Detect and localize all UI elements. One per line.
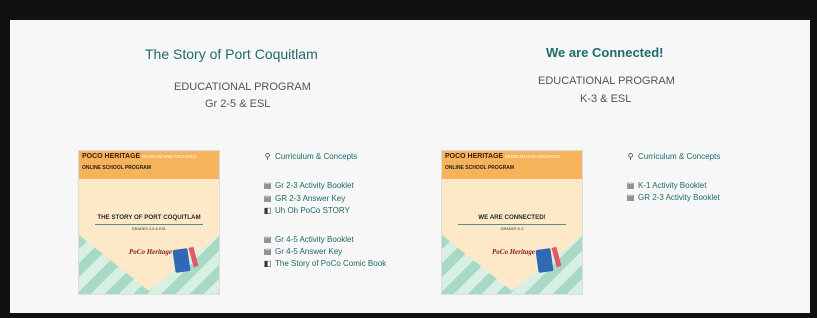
link-curriculum-concepts[interactable]: ⚲ Curriculum & Concepts — [263, 152, 358, 161]
book-illustration — [172, 248, 191, 273]
program-title: We are Connected! — [546, 45, 664, 60]
link-k1-activity-booklet[interactable]: ▤ K-1 Activity Booklet — [626, 181, 707, 190]
window-frame-left — [0, 0, 10, 318]
thumbnail-cover — [442, 235, 582, 291]
program-title: The Story of Port Coquitlam — [145, 46, 318, 62]
thumbnail-program: ONLINE SCHOOL PROGRAM — [445, 165, 515, 171]
location-pin-icon: ⚲ — [627, 152, 634, 161]
thumbnail-rule — [95, 224, 203, 225]
thumbnail-brand: POCO HERITAGE MUSEUM AND ARCHIVES — [82, 153, 197, 160]
document-icon: ▤ — [263, 235, 272, 244]
document-icon: ▤ — [626, 193, 635, 202]
program-label: EDUCATIONAL PROGRAM — [174, 81, 311, 93]
thumbnail-grades: GRADES K-3 — [500, 227, 524, 231]
book-icon: ◧ — [263, 206, 272, 215]
window-frame-top — [0, 0, 817, 20]
document-icon: ▤ — [263, 181, 272, 190]
program-label: EDUCATIONAL PROGRAM — [538, 75, 675, 87]
link-gr23-activity-booklet[interactable]: ▤ Gr 2-3 Activity Booklet — [263, 181, 354, 190]
poco-heritage-logo: PoCo Heritage — [129, 248, 172, 256]
link-gr23-activity-booklet[interactable]: ▤ GR 2-3 Activity Booklet — [626, 193, 720, 202]
thumbnail-program: ONLINE SCHOOL PROGRAM — [82, 165, 152, 171]
link-story-of-poco-comic-book[interactable]: ◧ The Story of PoCo Comic Book — [263, 259, 386, 268]
book-icon: ◧ — [263, 259, 272, 268]
program-thumbnail[interactable]: POCO HERITAGE MUSEUM AND ARCHIVES ONLINE … — [441, 150, 583, 295]
thumbnail-grades: GRADES 2-5 & ESL — [131, 227, 167, 231]
link-gr23-answer-key[interactable]: ▤ GR 2-3 Answer Key — [263, 194, 346, 203]
program-grades: Gr 2-5 & ESL — [205, 98, 271, 110]
document-icon: ▤ — [626, 181, 635, 190]
link-gr45-activity-booklet[interactable]: ▤ Gr 4-5 Activity Booklet — [263, 235, 354, 244]
link-gr45-answer-key[interactable]: ▤ Gr 4-5 Answer Key — [263, 247, 342, 256]
thumbnail-rule — [458, 224, 566, 225]
link-curriculum-concepts[interactable]: ⚲ Curriculum & Concepts — [626, 152, 721, 161]
window-frame-right — [810, 0, 817, 318]
location-pin-icon: ⚲ — [264, 152, 271, 161]
document-icon: ▤ — [263, 247, 272, 256]
link-uh-oh-poco-story[interactable]: ◧ Uh Oh PoCo STORY — [263, 206, 350, 215]
window-frame-bottom — [10, 313, 810, 318]
program-grades: K-3 & ESL — [580, 93, 632, 105]
thumbnail-book-title: WE ARE CONNECTED! — [478, 214, 546, 221]
document-icon: ▤ — [263, 194, 272, 203]
poco-heritage-logo: PoCo Heritage — [492, 248, 535, 256]
thumbnail-cover — [79, 235, 219, 291]
book-illustration — [535, 248, 554, 273]
thumbnail-brand: POCO HERITAGE MUSEUM AND ARCHIVES — [445, 153, 560, 160]
program-thumbnail[interactable]: POCO HERITAGE MUSEUM AND ARCHIVES ONLINE … — [78, 150, 220, 295]
thumbnail-book-title: THE STORY OF PORT COQUITLAM — [97, 214, 201, 221]
